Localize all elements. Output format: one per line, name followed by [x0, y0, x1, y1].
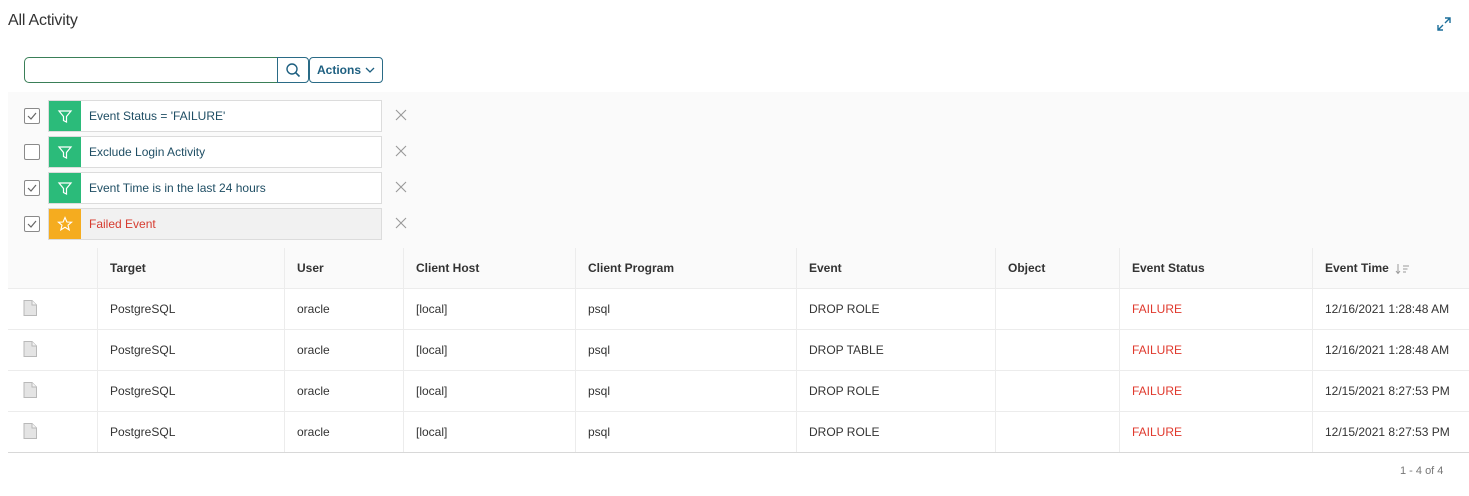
filter-pill[interactable]: Event Time is in the last 24 hours [48, 172, 382, 204]
column-header-icon [8, 248, 97, 288]
cell-target: PostgreSQL [97, 289, 284, 329]
table-body: PostgreSQL oracle [local] psql DROP ROLE FAIL… [8, 289, 1469, 453]
filter-icon [49, 173, 81, 203]
search-box [24, 57, 309, 83]
column-header-object[interactable]: Object [995, 248, 1119, 288]
cell-object [995, 289, 1119, 329]
cell-event: DROP ROLE [796, 289, 995, 329]
document-icon [23, 381, 37, 398]
cell-event: DROP TABLE [796, 330, 995, 370]
column-header-event-time-label: Event Time [1325, 261, 1389, 275]
cell-icon [8, 412, 97, 452]
column-header-event-time[interactable]: Event Time [1312, 248, 1469, 288]
actions-button-label: Actions [316, 63, 361, 77]
cell-icon [8, 289, 97, 329]
star-icon [49, 209, 81, 239]
cell-target: PostgreSQL [97, 330, 284, 370]
cell-client-program: psql [575, 330, 796, 370]
cell-event-time: 12/15/2021 8:27:53 PM [1312, 412, 1469, 452]
cell-client-host: [local] [403, 330, 575, 370]
cell-user: oracle [284, 330, 403, 370]
cell-object [995, 412, 1119, 452]
document-icon [23, 340, 37, 357]
page-title: All Activity [8, 12, 78, 29]
saved-search-pill[interactable]: Failed Event [48, 208, 382, 240]
activity-table: Target User Client Host Client Program E… [8, 248, 1469, 453]
cell-client-program: psql [575, 289, 796, 329]
cell-client-program: psql [575, 412, 796, 452]
cell-event: DROP ROLE [796, 371, 995, 411]
cell-icon [8, 371, 97, 411]
cell-user: oracle [284, 412, 403, 452]
cell-user: oracle [284, 371, 403, 411]
filter-row: Event Time is in the last 24 hours [8, 172, 428, 204]
expand-icon[interactable] [1436, 16, 1452, 32]
actions-button[interactable]: Actions [309, 57, 383, 83]
filter-label: Exclude Login Activity [89, 145, 206, 159]
cell-object [995, 371, 1119, 411]
filter-checkbox[interactable] [24, 144, 40, 160]
check-icon [27, 184, 37, 192]
table-row[interactable]: PostgreSQL oracle [local] psql DROP ROLE FAIL… [8, 289, 1469, 330]
column-header-target[interactable]: Target [97, 248, 284, 288]
column-header-client-program[interactable]: Client Program [575, 248, 796, 288]
remove-filter-icon[interactable] [395, 181, 407, 193]
filter-label: Event Time is in the last 24 hours [89, 181, 266, 195]
cell-client-program: psql [575, 371, 796, 411]
remove-filter-icon[interactable] [395, 109, 407, 121]
cell-event: DROP ROLE [796, 412, 995, 452]
cell-icon [8, 330, 97, 370]
column-header-client-host[interactable]: Client Host [403, 248, 575, 288]
cell-event-status: FAILURE [1119, 371, 1312, 411]
remove-filter-icon[interactable] [395, 145, 407, 157]
cell-client-host: [local] [403, 371, 575, 411]
filter-row: Event Status = 'FAILURE' [8, 100, 428, 132]
filter-label: Event Status = 'FAILURE' [89, 109, 226, 123]
filter-checkbox[interactable] [24, 216, 40, 232]
cell-event-status: FAILURE [1119, 289, 1312, 329]
check-icon [27, 112, 37, 120]
table-row[interactable]: PostgreSQL oracle [local] psql DROP TABLE FAI… [8, 330, 1469, 371]
search-input[interactable] [24, 57, 277, 83]
column-header-event[interactable]: Event [796, 248, 995, 288]
filter-row: Exclude Login Activity [8, 136, 428, 168]
filter-panel: Event Status = 'FAILURE' Exclude Login A… [8, 92, 1469, 248]
cell-event-time: 12/16/2021 1:28:48 AM [1312, 330, 1469, 370]
table-header: Target User Client Host Client Program E… [8, 248, 1469, 289]
table-row[interactable]: PostgreSQL oracle [local] psql DROP ROLE FAIL… [8, 371, 1469, 412]
cell-object [995, 330, 1119, 370]
cell-event-time: 12/16/2021 1:28:48 AM [1312, 289, 1469, 329]
table-row[interactable]: PostgreSQL oracle [local] psql DROP ROLE FAIL… [8, 412, 1469, 453]
filter-row: Failed Event [8, 208, 428, 240]
filter-checkbox[interactable] [24, 108, 40, 124]
sort-descending-icon [1395, 263, 1410, 275]
cell-target: PostgreSQL [97, 412, 284, 452]
cell-target: PostgreSQL [97, 371, 284, 411]
filter-icon [49, 137, 81, 167]
cell-client-host: [local] [403, 289, 575, 329]
pagination-label: 1 - 4 of 4 [1400, 465, 1444, 477]
document-icon [23, 299, 37, 316]
filter-label: Failed Event [89, 217, 156, 231]
search-icon [286, 63, 301, 78]
remove-filter-icon[interactable] [395, 217, 407, 229]
filter-checkbox[interactable] [24, 180, 40, 196]
cell-event-status: FAILURE [1119, 412, 1312, 452]
search-button[interactable] [277, 57, 309, 83]
cell-event-time: 12/15/2021 8:27:53 PM [1312, 371, 1469, 411]
column-header-user[interactable]: User [284, 248, 403, 288]
filter-pill[interactable]: Event Status = 'FAILURE' [48, 100, 382, 132]
filter-pill[interactable]: Exclude Login Activity [48, 136, 382, 168]
cell-user: oracle [284, 289, 403, 329]
cell-client-host: [local] [403, 412, 575, 452]
filter-icon [49, 101, 81, 131]
chevron-down-icon [365, 67, 375, 73]
document-icon [23, 422, 37, 439]
cell-event-status: FAILURE [1119, 330, 1312, 370]
check-icon [27, 220, 37, 228]
column-header-event-status[interactable]: Event Status [1119, 248, 1312, 288]
